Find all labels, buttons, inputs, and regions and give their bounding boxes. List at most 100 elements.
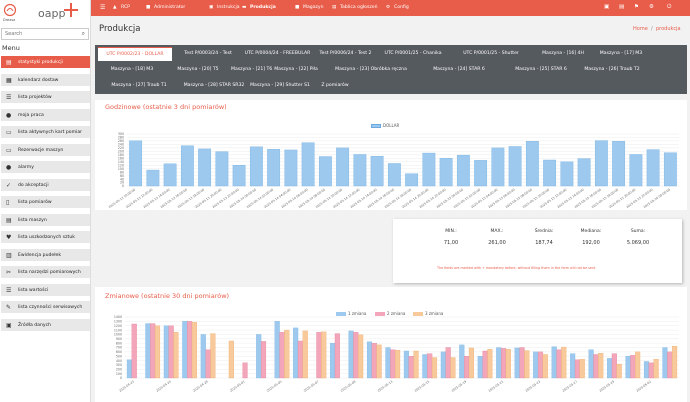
bar[interactable] — [198, 148, 212, 187]
bar[interactable] — [594, 140, 608, 187]
sidebar-item-3[interactable]: ☰ lista projektów — [1, 91, 90, 104]
bar[interactable] — [150, 323, 156, 379]
bar[interactable] — [482, 350, 488, 379]
sidebar-item-16[interactable]: ▣ Źródła danych — [1, 318, 90, 332]
bar[interactable] — [154, 325, 161, 379]
bar[interactable] — [630, 355, 636, 379]
bar[interactable] — [191, 322, 197, 379]
bar[interactable] — [588, 349, 594, 379]
bar[interactable] — [353, 154, 367, 187]
tab-0-6[interactable]: Maszyna - [16] 4H — [536, 47, 590, 61]
bar[interactable] — [646, 149, 660, 187]
bar[interactable] — [556, 349, 562, 379]
bar[interactable] — [560, 161, 574, 187]
bar[interactable] — [508, 146, 522, 187]
settings-icon[interactable]: ⚙ — [649, 4, 654, 10]
tab-1-7[interactable]: Maszyna - [26] Traub T2 — [581, 63, 643, 77]
bar[interactable] — [330, 342, 336, 379]
bar[interactable] — [163, 163, 177, 187]
bar[interactable] — [593, 354, 599, 379]
print-icon[interactable]: ▣ — [604, 4, 609, 10]
bar[interactable] — [126, 359, 132, 379]
bar[interactable] — [543, 159, 557, 187]
tab-1-3[interactable]: Maszyna - [22] Piła — [267, 63, 325, 77]
bar[interactable] — [316, 332, 322, 379]
bar[interactable] — [439, 158, 453, 187]
bar[interactable] — [205, 349, 211, 379]
bar[interactable] — [519, 347, 525, 379]
tab-0-4[interactable]: UTC P/0001/25 - Chanika — [380, 47, 446, 61]
bar[interactable] — [607, 358, 613, 379]
nav-magazyn[interactable]: Magazyn — [303, 5, 324, 10]
bar[interactable] — [385, 347, 391, 379]
bar[interactable] — [496, 347, 502, 379]
bar[interactable] — [242, 362, 248, 379]
bar[interactable] — [390, 349, 396, 379]
tab-1-5[interactable]: Maszyna - [24] STAR 6 — [417, 63, 501, 77]
bar[interactable] — [215, 151, 229, 187]
nav-produkcja[interactable]: Produkcja — [250, 5, 276, 10]
bar[interactable] — [232, 164, 246, 187]
sidebar-item-12[interactable]: ▥ Ewidencja pudełek — [1, 248, 90, 262]
sidebar-item-9[interactable]: ▯ lista pomiarów — [1, 196, 90, 209]
nav-instrukcja[interactable]: Instrukcja — [217, 5, 240, 10]
bar[interactable] — [663, 152, 677, 187]
doc-icon[interactable]: ▤ — [619, 4, 624, 10]
bar[interactable] — [182, 321, 188, 379]
bar[interactable] — [501, 348, 507, 379]
bar[interactable] — [168, 325, 174, 379]
tab-1-1[interactable]: Maszyna - [20] T5 — [168, 63, 228, 77]
bar[interactable] — [293, 327, 299, 379]
bar[interactable] — [474, 160, 488, 187]
sidebar-item-14[interactable]: ☰ lista wartości — [1, 283, 90, 297]
tab-1-0[interactable]: Maszyna - [18] M3 — [98, 63, 166, 77]
bar[interactable] — [267, 149, 281, 187]
tab-2-3[interactable]: Z pomiarów — [315, 79, 355, 93]
bar[interactable] — [611, 353, 617, 379]
bar[interactable] — [302, 330, 308, 379]
legend-item[interactable]: 2 zmiana — [375, 311, 405, 316]
bar[interactable] — [348, 330, 354, 379]
bar[interactable] — [648, 362, 654, 379]
bar[interactable] — [180, 145, 194, 187]
bar[interactable] — [366, 341, 373, 379]
bar[interactable] — [200, 334, 206, 379]
legend-item[interactable]: 3 zmiana — [413, 311, 443, 316]
bar[interactable] — [525, 141, 539, 187]
bar[interactable] — [387, 163, 401, 187]
search-icon[interactable]: ⌕ — [82, 30, 85, 38]
bar[interactable] — [574, 359, 580, 379]
flag-icon[interactable]: ⚑ — [634, 4, 639, 10]
bar[interactable] — [662, 347, 668, 379]
tab-0-3[interactable]: Test P/0006/24 - Test 2 — [313, 47, 378, 61]
bar[interactable] — [570, 353, 576, 379]
bar[interactable] — [450, 357, 456, 379]
breadcrumb-home[interactable]: Home — [633, 26, 648, 32]
sidebar-item-5[interactable]: ▭ lista aktywnych kart pomiar — [1, 126, 90, 139]
bar[interactable] — [468, 347, 474, 379]
tab-1-4[interactable]: Maszyna - [23] Obróbka ręczna — [327, 63, 415, 77]
bar[interactable] — [653, 359, 659, 379]
bar[interactable] — [577, 158, 591, 187]
bar[interactable] — [249, 146, 263, 187]
bar[interactable] — [542, 354, 548, 379]
tab-1-6[interactable]: Maszyna - [25] STAR 6 — [503, 63, 579, 77]
bar[interactable] — [598, 353, 604, 379]
nav-administrator[interactable]: Administrator — [154, 5, 185, 10]
bar[interactable] — [321, 331, 327, 379]
bar[interactable] — [667, 351, 673, 379]
sidebar-item-13[interactable]: ✂ lista narzędzi pomiarowych — [1, 266, 90, 279]
tab-2-1[interactable]: Maszyna - [28] STAR SR32 — [183, 79, 245, 93]
bar[interactable] — [672, 346, 678, 379]
bar[interactable] — [173, 332, 179, 379]
bar[interactable] — [405, 173, 419, 187]
bar[interactable] — [163, 325, 169, 379]
nav-rcp[interactable]: RCP — [121, 5, 130, 10]
sidebar-item-15[interactable]: ✎ lista czynności serwisowych — [1, 301, 90, 314]
bar[interactable] — [456, 154, 470, 187]
bar[interactable] — [464, 356, 470, 379]
bar[interactable] — [612, 141, 626, 187]
tab-2-2[interactable]: Maszyna - [29] Shutter S1 — [247, 79, 313, 93]
sidebar-item-6[interactable]: ▭ Rezerwacje maszyn — [1, 143, 90, 157]
bar[interactable] — [403, 350, 409, 379]
